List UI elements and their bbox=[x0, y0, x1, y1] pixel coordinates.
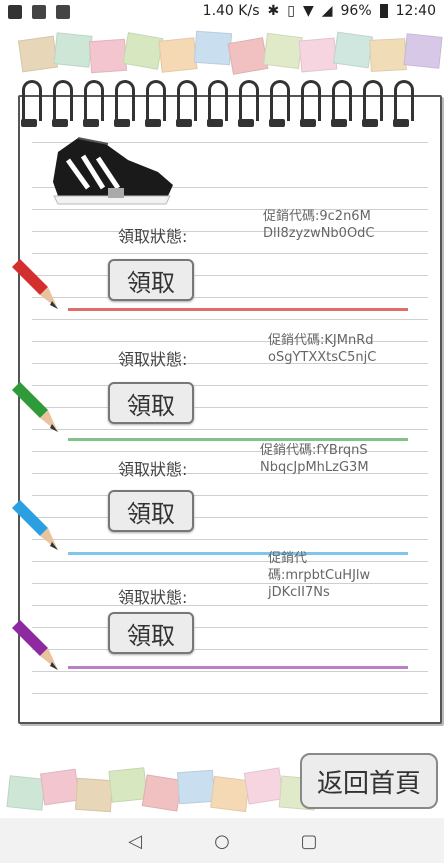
back-icon[interactable]: ◁ bbox=[124, 830, 146, 852]
claim-button[interactable]: 領取 bbox=[108, 490, 194, 532]
status-bar: 1.40 K/s ✱ ▯ ▼ ◢ 96% 12:40 bbox=[0, 0, 444, 26]
green-underline bbox=[68, 438, 408, 441]
battery-icon bbox=[379, 4, 388, 18]
claim-button[interactable]: 領取 bbox=[108, 382, 194, 424]
claim-status-label: 領取狀態: bbox=[118, 227, 188, 246]
clock: 12:40 bbox=[395, 3, 436, 19]
claim-status-label: 領取狀態: bbox=[118, 460, 188, 479]
wifi-icon: ▼ bbox=[302, 3, 314, 19]
red-underline bbox=[68, 308, 408, 311]
promo-code-text: 促銷代碼:fYBrqnS NbqcJpMhLzG3M bbox=[260, 443, 369, 475]
spiral-rings bbox=[21, 80, 422, 127]
top-decorative-banner bbox=[0, 30, 444, 76]
promo-code-text: 促銷代 碼:mrpbtCuHJlw jDKcII7Ns bbox=[268, 551, 371, 600]
sneaker-image bbox=[53, 137, 173, 205]
green-pencil-icon bbox=[12, 382, 58, 432]
bluetooth-icon: ✱ bbox=[267, 3, 280, 19]
promo-code-text: 促銷代碼:KJMnRd oSgYTXXtsC5njC bbox=[268, 333, 377, 365]
battery-percent: 96% bbox=[340, 3, 372, 19]
claim-status-label: 領取狀態: bbox=[118, 588, 188, 607]
vibrate-icon: ▯ bbox=[287, 3, 295, 19]
home-icon[interactable]: ○ bbox=[211, 830, 233, 852]
image-icon bbox=[56, 5, 70, 19]
network-speed: 1.40 K/s bbox=[202, 3, 260, 19]
facebook-icon bbox=[8, 5, 22, 19]
promo-code-text: 促銷代碼:9c2n6M DlI8zyzwNb0OdC bbox=[263, 209, 375, 241]
claim-button[interactable]: 領取 bbox=[108, 259, 194, 301]
back-to-home-button[interactable]: 返回首頁 bbox=[300, 753, 438, 809]
red-pencil-icon bbox=[12, 259, 58, 309]
status-bar-right: 1.40 K/s ✱ ▯ ▼ ◢ 96% 12:40 bbox=[203, 3, 436, 19]
claim-status-label: 領取狀態: bbox=[118, 350, 188, 369]
purple-pencil-icon bbox=[12, 620, 58, 670]
claim-button[interactable]: 領取 bbox=[108, 612, 194, 654]
navigation-bar: ◁ ○ ▢ bbox=[0, 818, 444, 863]
blue-pencil-icon bbox=[12, 500, 58, 550]
recents-icon[interactable]: ▢ bbox=[298, 830, 320, 852]
status-bar-left bbox=[8, 5, 70, 19]
purple-underline bbox=[68, 666, 408, 669]
signal-icon: ◢ bbox=[321, 3, 333, 19]
sim-icon bbox=[32, 5, 46, 19]
